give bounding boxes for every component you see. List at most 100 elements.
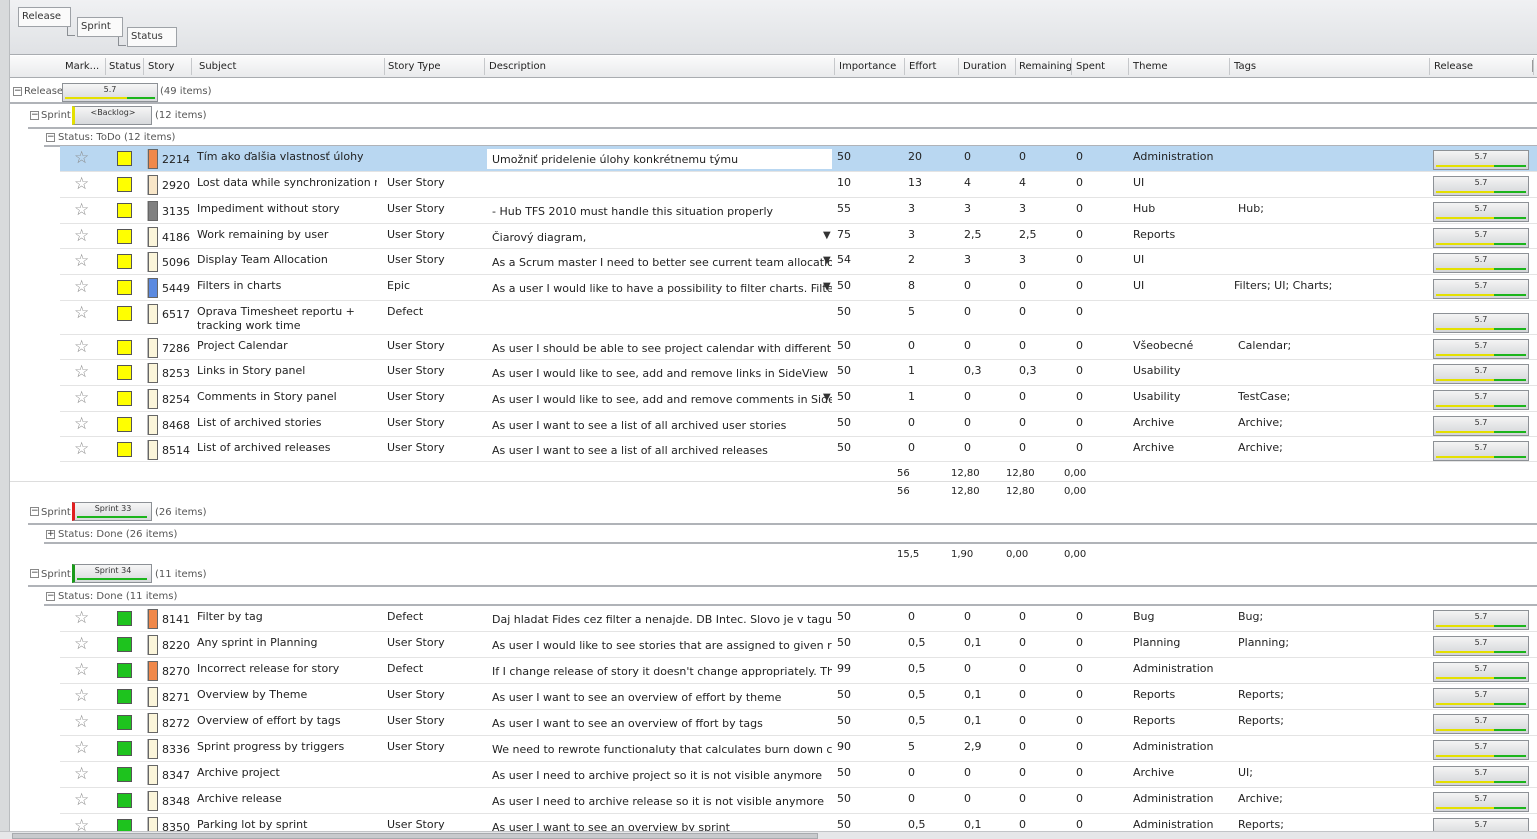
effort-cell[interactable]: 0 [908, 441, 915, 454]
release-pill[interactable]: 5.7 [1433, 279, 1529, 299]
theme-cell[interactable]: UI [1133, 253, 1144, 266]
star-mark-icon[interactable]: ☆ [74, 792, 89, 809]
col-separator[interactable] [143, 58, 144, 75]
importance-cell[interactable]: 50 [837, 818, 851, 831]
subject-cell[interactable]: Archive release [197, 792, 377, 805]
star-mark-icon[interactable]: ☆ [74, 253, 89, 270]
tags-cell[interactable]: Calendar; [1238, 339, 1291, 352]
status-indicator[interactable] [117, 793, 132, 808]
story-row[interactable]: ☆ 8141 Filter by tag Defect Daj hladat Fides… [60, 606, 1537, 632]
story-row[interactable]: ☆ 8270 Incorrect release for story Defect If… [60, 658, 1537, 684]
subject-cell[interactable]: Project Calendar [197, 339, 377, 352]
story-id-cell[interactable]: 5096 [147, 252, 193, 272]
theme-cell[interactable]: Administration [1133, 792, 1214, 805]
effort-cell[interactable]: 2 [908, 253, 915, 266]
status-indicator[interactable] [117, 741, 132, 756]
status-indicator[interactable] [117, 689, 132, 704]
importance-cell[interactable]: 50 [837, 364, 851, 377]
story-type-cell[interactable]: User Story [387, 714, 445, 727]
description-cell[interactable]: If I change release of story it doesn't … [487, 661, 832, 681]
star-mark-icon[interactable]: ☆ [74, 390, 89, 407]
status-indicator[interactable] [117, 611, 132, 626]
duration-cell[interactable]: 0 [964, 339, 971, 352]
story-id-cell[interactable]: 8141 [147, 609, 193, 629]
subject-cell[interactable]: Impediment without story [197, 202, 377, 215]
spent-cell[interactable]: 0 [1076, 279, 1083, 292]
duration-cell[interactable]: 0,1 [964, 688, 982, 701]
star-mark-icon[interactable]: ☆ [74, 636, 89, 653]
story-row[interactable]: ☆ 8271 Overview by Theme User Story As user … [60, 684, 1537, 710]
duration-cell[interactable]: 0,1 [964, 818, 982, 831]
release-pill[interactable]: 5.7 [1433, 714, 1529, 734]
release-pill[interactable]: 5.7 [1433, 636, 1529, 656]
star-mark-icon[interactable]: ☆ [74, 662, 89, 679]
importance-cell[interactable]: 50 [837, 714, 851, 727]
release-pill[interactable]: 5.7 [1433, 610, 1529, 630]
effort-cell[interactable]: 5 [908, 740, 915, 753]
release-pill[interactable]: 5.7 [1433, 253, 1529, 273]
story-row[interactable]: ☆ 4186 Work remaining by user User Story Čia… [60, 224, 1537, 249]
effort-cell[interactable]: 0 [908, 792, 915, 805]
col-separator[interactable] [1229, 58, 1230, 75]
release-group-row[interactable]: − Release: 5.7 (49 items) [10, 82, 1537, 102]
status-indicator[interactable] [117, 391, 132, 406]
effort-cell[interactable]: 0,5 [908, 636, 926, 649]
spent-cell[interactable]: 0 [1076, 305, 1083, 318]
col-theme[interactable]: Theme [1133, 61, 1168, 72]
col-separator[interactable] [1071, 58, 1072, 75]
col-separator[interactable] [1429, 58, 1430, 75]
description-cell[interactable]: As user I would like to see, add and rem… [487, 363, 832, 383]
subject-cell[interactable]: Tím ako ďalšia vlastnosť úlohy [197, 150, 377, 163]
dropdown-arrow-icon[interactable]: ▼ [823, 230, 831, 241]
importance-cell[interactable]: 50 [837, 441, 851, 454]
duration-cell[interactable]: 3 [964, 202, 971, 215]
importance-cell[interactable]: 54 [837, 253, 851, 266]
spent-cell[interactable]: 0 [1076, 441, 1083, 454]
col-separator[interactable] [904, 58, 905, 75]
story-type-cell[interactable]: User Story [387, 253, 445, 266]
group-by-sprint-chip[interactable]: Sprint [77, 17, 123, 37]
col-separator[interactable] [834, 58, 835, 75]
status-indicator[interactable] [117, 151, 132, 166]
status-indicator[interactable] [117, 177, 132, 192]
col-duration[interactable]: Duration [963, 61, 1006, 72]
importance-cell[interactable]: 50 [837, 305, 851, 318]
sprint-group-row-backlog[interactable]: − Sprint: <Backlog> (12 items) [10, 106, 1537, 126]
star-mark-icon[interactable]: ☆ [74, 364, 89, 381]
effort-cell[interactable]: 13 [908, 176, 922, 189]
col-release[interactable]: Release [1434, 61, 1473, 72]
spent-cell[interactable]: 0 [1076, 176, 1083, 189]
status-group-row-done[interactable]: + Status: Done (26 items) [10, 527, 1537, 543]
spent-cell[interactable]: 0 [1076, 150, 1083, 163]
subject-cell[interactable]: Filters in charts [197, 279, 377, 292]
scrollbar-thumb[interactable] [12, 833, 818, 839]
duration-cell[interactable]: 2,9 [964, 740, 982, 753]
col-separator[interactable] [384, 58, 385, 75]
spent-cell[interactable]: 0 [1076, 253, 1083, 266]
theme-cell[interactable]: Bug [1133, 610, 1155, 623]
description-cell[interactable]: As a Scrum master I need to better see c… [487, 252, 832, 272]
duration-cell[interactable]: 0 [964, 792, 971, 805]
story-type-cell[interactable]: User Story [387, 364, 445, 377]
star-mark-icon[interactable]: ☆ [74, 228, 89, 245]
subject-cell[interactable]: Sprint progress by triggers [197, 740, 377, 753]
theme-cell[interactable]: Planning [1133, 636, 1180, 649]
story-id-cell[interactable]: 2920 [147, 175, 193, 195]
release-pill[interactable]: 5.7 [1433, 202, 1529, 222]
effort-cell[interactable]: 1 [908, 390, 915, 403]
tags-cell[interactable]: Reports; [1238, 714, 1284, 727]
remaining-cell[interactable]: 2,5 [1019, 228, 1037, 241]
status-indicator[interactable] [117, 442, 132, 457]
story-type-cell[interactable]: Epic [387, 279, 410, 292]
story-id-cell[interactable]: 7286 [147, 338, 193, 358]
theme-cell[interactable]: UI [1133, 176, 1144, 189]
star-mark-icon[interactable]: ☆ [74, 688, 89, 705]
release-pill[interactable]: 5.7 [1433, 766, 1529, 786]
effort-cell[interactable]: 5 [908, 305, 915, 318]
star-mark-icon[interactable]: ☆ [74, 339, 89, 356]
subject-cell[interactable]: Oprava Timesheet reportu + tracking work… [197, 305, 377, 333]
importance-cell[interactable]: 50 [837, 150, 851, 163]
star-mark-icon[interactable]: ☆ [74, 279, 89, 296]
theme-cell[interactable]: Usability [1133, 364, 1181, 377]
description-cell[interactable]: As user I need to archive project so it … [487, 765, 832, 785]
